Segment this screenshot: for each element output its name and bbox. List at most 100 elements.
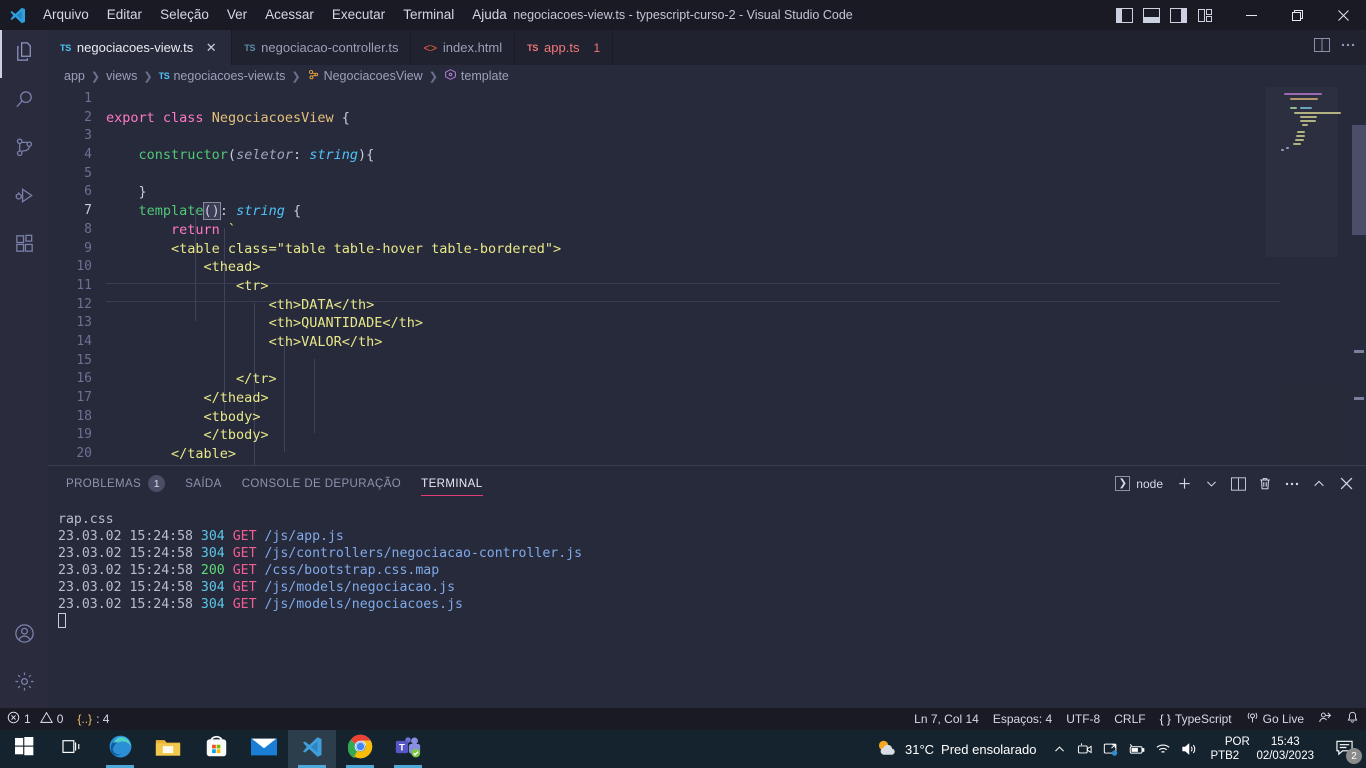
code-line-17: </thead> <box>203 390 269 406</box>
status-encoding[interactable]: UTF-8 <box>1059 708 1107 730</box>
sidebar-item-source-control[interactable] <box>0 126 48 174</box>
status-ports[interactable]: {..} : 4 <box>70 708 116 730</box>
menu-ajuda[interactable]: Ajuda <box>463 3 516 27</box>
windows-logo-icon <box>14 737 34 761</box>
sidebar-item-manage[interactable] <box>0 660 48 708</box>
file-explorer-button[interactable] <box>144 730 192 768</box>
sidebar-item-run-debug[interactable] <box>0 174 48 222</box>
terminal-line: 23.03.02 15:24:58 304 GET /js/controller… <box>58 546 583 561</box>
clock-widget[interactable]: POR 15:43 PTB2 02/03/2023 <box>1202 735 1322 763</box>
camera-icon[interactable] <box>1072 730 1098 768</box>
menu-executar[interactable]: Executar <box>323 3 394 27</box>
teams-button[interactable]: T <box>384 730 432 768</box>
status-go-live[interactable]: Go Live <box>1239 708 1311 730</box>
tab-terminal[interactable]: TERMINAL <box>411 466 492 501</box>
mail-button[interactable] <box>240 730 288 768</box>
toggle-panel-icon[interactable] <box>1143 7 1160 23</box>
tab-saida[interactable]: SAÍDA <box>175 466 232 501</box>
menu-arquivo[interactable]: Arquivo <box>34 3 98 27</box>
close-button[interactable] <box>1320 0 1366 30</box>
status-notifications[interactable] <box>1339 708 1366 730</box>
minimap-slider[interactable] <box>1266 87 1338 257</box>
tab-negociacao-controller-ts[interactable]: TS negociacao-controller.ts <box>232 30 412 65</box>
more-panel-actions-button[interactable] <box>1280 472 1304 496</box>
new-terminal-button[interactable] <box>1172 472 1196 496</box>
toggle-primary-sidebar-icon[interactable] <box>1116 7 1133 23</box>
customize-layout-icon[interactable] <box>1197 8 1214 23</box>
tab-index-html[interactable]: <> index.html <box>411 30 516 65</box>
status-indentation[interactable]: Espaços: 4 <box>986 708 1059 730</box>
split-editor-icon[interactable] <box>1314 38 1330 57</box>
breadcrumb-item-method[interactable]: template <box>444 68 509 84</box>
wifi-icon[interactable] <box>1150 730 1176 768</box>
sidebar-item-explorer[interactable] <box>0 30 48 78</box>
status-problems[interactable]: 1 0 <box>0 708 70 730</box>
split-terminal-button[interactable] <box>1226 472 1250 496</box>
breadcrumb-item-class[interactable]: NegociacoesView <box>307 68 423 84</box>
menu-selecao[interactable]: Seleção <box>151 3 218 27</box>
panel-tabs: PROBLEMAS 1 SAÍDA CONSOLE DE DEPURAÇÃO T… <box>48 466 1366 501</box>
breadcrumb-item-app[interactable]: app <box>64 69 85 83</box>
kill-terminal-button[interactable] <box>1253 472 1277 496</box>
task-view-icon <box>62 738 82 761</box>
close-icon[interactable]: ✕ <box>203 40 219 56</box>
broadcast-icon <box>1246 711 1259 727</box>
status-eol[interactable]: CRLF <box>1107 708 1152 730</box>
code-line-7: template(): string { <box>138 202 302 221</box>
menu-acessar[interactable]: Acessar <box>256 3 323 27</box>
maximize-panel-button[interactable] <box>1307 472 1331 496</box>
sidebar-item-accounts[interactable] <box>0 612 48 660</box>
menu-editar[interactable]: Editar <box>98 3 151 27</box>
editor-scrollbar[interactable] <box>1352 87 1366 465</box>
breadcrumb-item-file[interactable]: TS negociacoes-view.ts <box>159 69 286 83</box>
input-language-line1: POR <box>1224 736 1250 748</box>
status-cursor-position[interactable]: Ln 7, Col 14 <box>907 708 986 730</box>
tab-negociacoes-view-ts[interactable]: TS negociacoes-view.ts ✕ <box>48 30 233 65</box>
tab-app-ts[interactable]: TS app.ts 1 <box>515 30 614 65</box>
code-line-16: </tr> <box>236 371 277 388</box>
minimap[interactable] <box>1280 87 1352 465</box>
code-line-9: <table class="table table-hover table-bo… <box>171 240 562 257</box>
sidebar-item-extensions[interactable] <box>0 222 48 270</box>
notification-center-button[interactable]: 2 <box>1322 730 1366 768</box>
tab-problemas[interactable]: PROBLEMAS 1 <box>56 466 175 501</box>
terminal-dropdown-button[interactable] <box>1199 472 1223 496</box>
terminal-output[interactable]: rap.css 23.03.02 15:24:58 304 GET /js/ap… <box>48 501 1366 708</box>
show-hidden-icons-button[interactable] <box>1046 730 1072 768</box>
activity-bar <box>0 30 48 708</box>
menu-ver[interactable]: Ver <box>218 3 256 27</box>
edge-button[interactable] <box>96 730 144 768</box>
code-line-14: <th>VALOR</th> <box>268 333 383 350</box>
close-panel-button[interactable] <box>1334 472 1358 496</box>
display-icon[interactable] <box>1098 730 1124 768</box>
menu-terminal[interactable]: Terminal <box>394 3 463 27</box>
microsoft-store-button[interactable] <box>192 730 240 768</box>
editor-scrollbar-thumb[interactable] <box>1352 125 1366 235</box>
line-number: 12 <box>76 296 92 312</box>
sidebar-item-search[interactable] <box>0 78 48 126</box>
code-editor[interactable]: 1 2 3 4 5 6 7 8 9 10 11 12 13 14 15 16 1… <box>48 87 1366 465</box>
maximize-button[interactable] <box>1274 0 1320 30</box>
minimize-button[interactable] <box>1228 0 1274 30</box>
start-button[interactable] <box>0 730 48 768</box>
task-view-button[interactable] <box>48 730 96 768</box>
overview-ruler-mark <box>1354 350 1364 353</box>
terminal-selector[interactable]: ❯ node <box>1109 472 1169 496</box>
toggle-secondary-sidebar-icon[interactable] <box>1170 7 1187 23</box>
title-bar: Arquivo Editar Seleção Ver Acessar Execu… <box>0 0 1366 30</box>
tab-console-depuracao[interactable]: CONSOLE DE DEPURAÇÃO <box>232 466 411 501</box>
ts-icon: TS <box>158 71 170 81</box>
status-language-mode[interactable]: { } TypeScript <box>1153 708 1239 730</box>
more-editor-actions-icon[interactable] <box>1340 38 1356 57</box>
weather-widget[interactable]: 31°C Pred ensolarado <box>866 738 1046 761</box>
braces-icon: { } <box>1159 712 1171 726</box>
weather-temp: 31°C <box>904 741 935 757</box>
battery-icon[interactable] <box>1124 730 1150 768</box>
vscode-button[interactable] <box>288 730 336 768</box>
status-feedback[interactable] <box>1311 708 1339 730</box>
volume-icon[interactable] <box>1176 730 1202 768</box>
breadcrumb-item-views[interactable]: views <box>106 69 137 83</box>
chrome-button[interactable] <box>336 730 384 768</box>
